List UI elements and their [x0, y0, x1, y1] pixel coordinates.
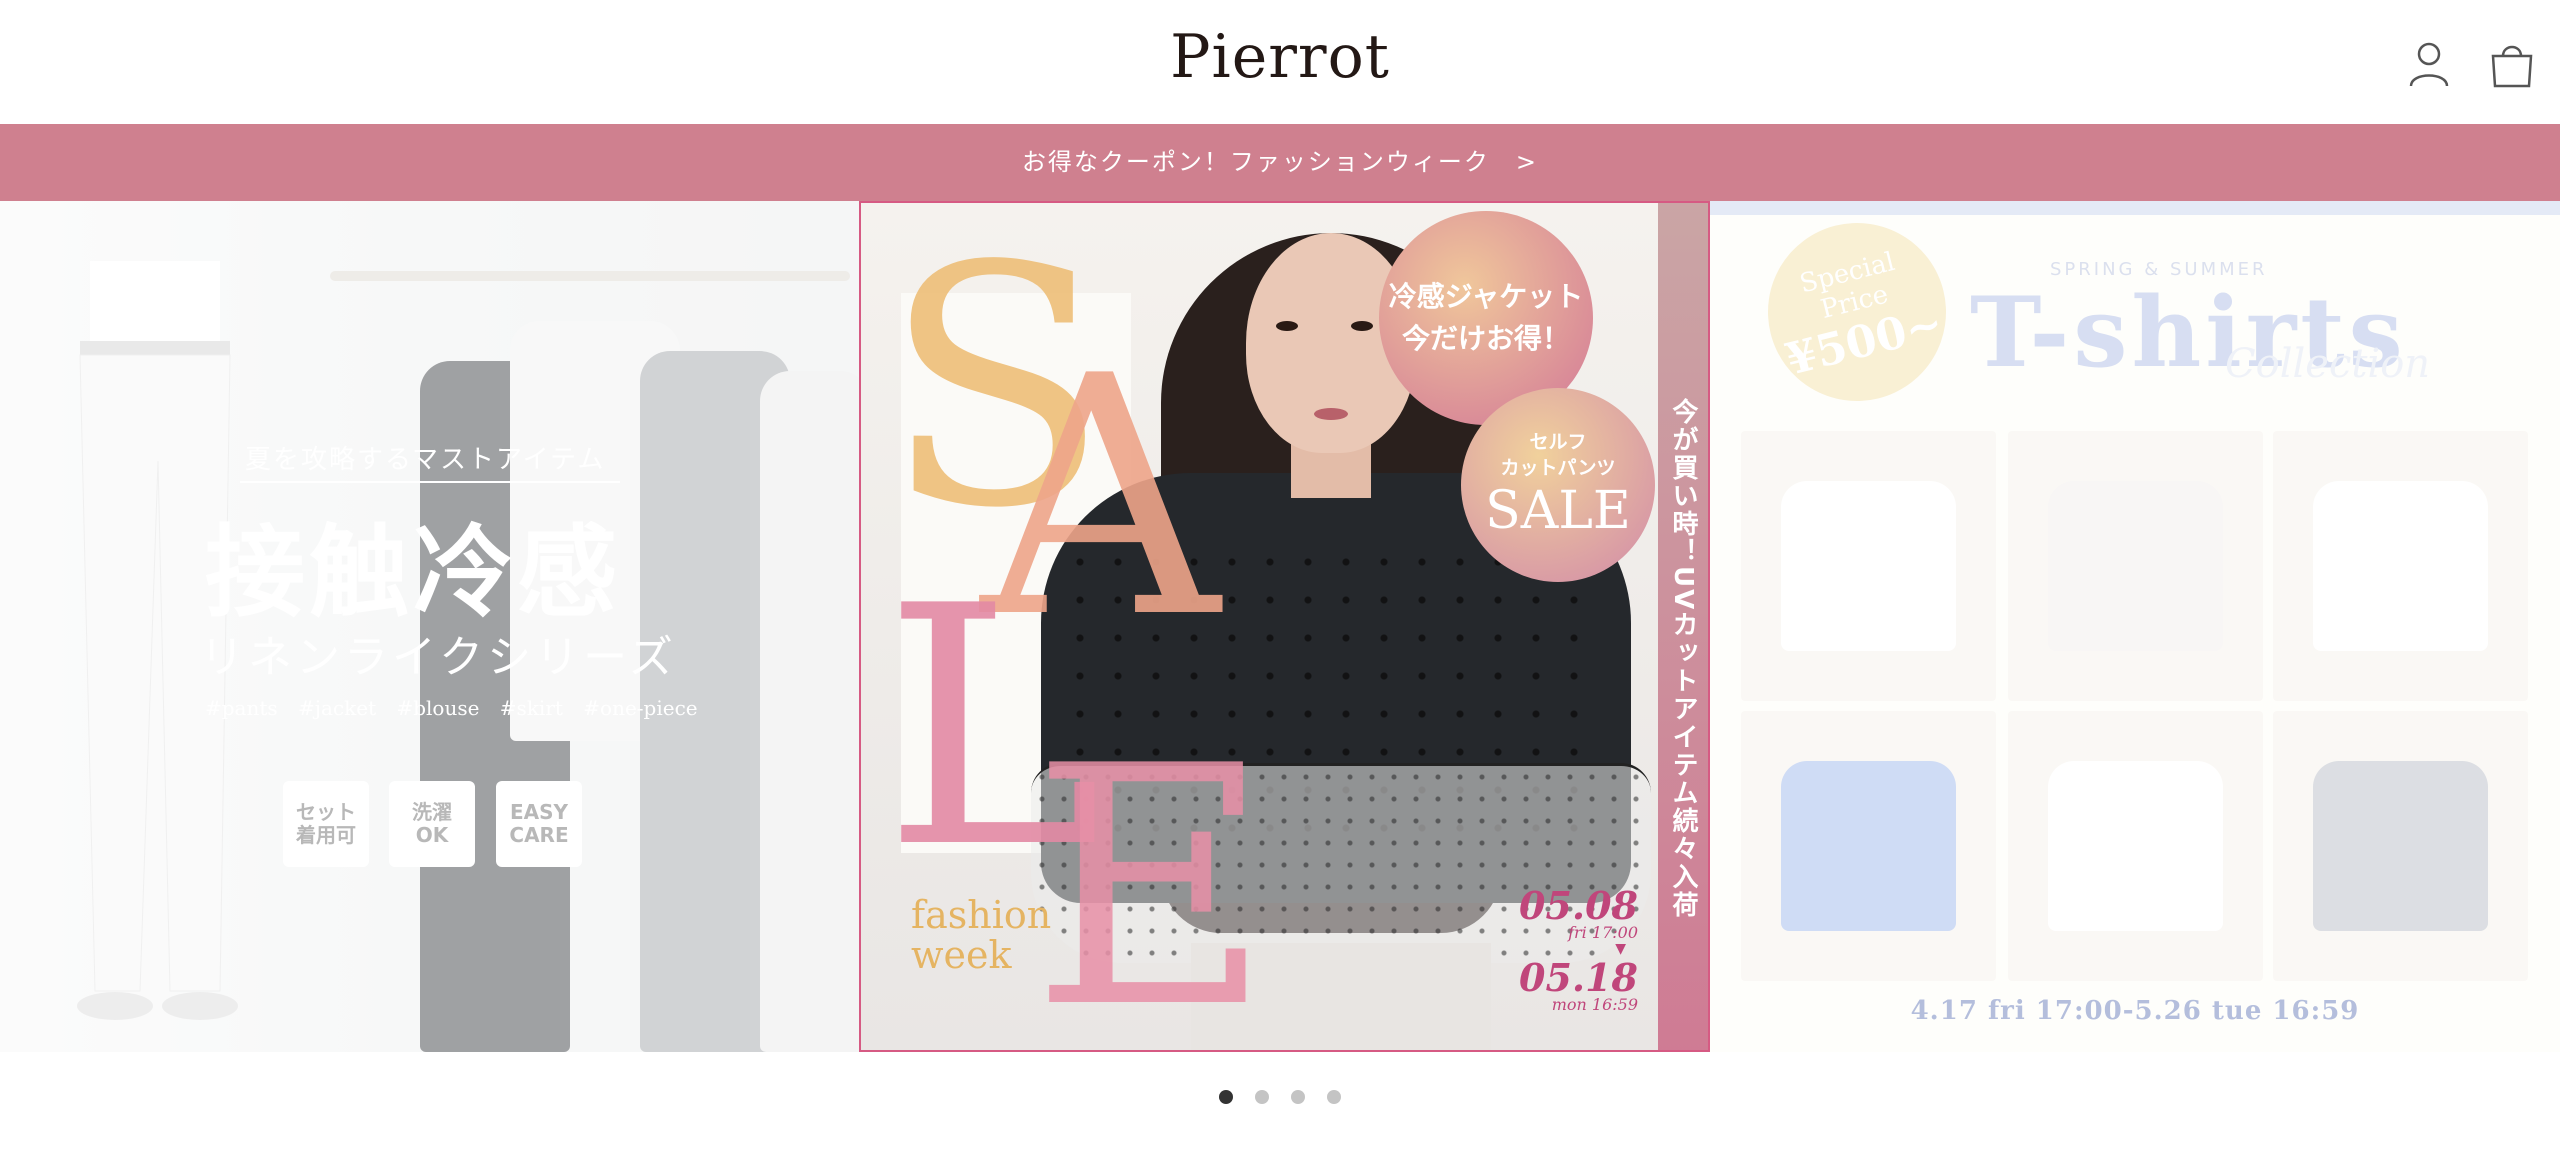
start-time: fri 17:00: [1568, 923, 1638, 942]
slide-title-sub: リネンライクシリーズ: [200, 632, 677, 683]
model-eye: [1276, 321, 1298, 331]
shirt-image: [2048, 761, 2223, 931]
coupon-banner-link[interactable]: お得なクーポン！ファッションウィーク >: [0, 124, 2560, 201]
slide-sale[interactable]: S A L E fashion week 冷感ジャケット 今だけお得！ セルフ …: [859, 201, 1710, 1052]
carousel-pagination: [0, 1090, 2560, 1108]
badge-easy-care: EASY CARE: [496, 781, 582, 867]
hanging-shirt: [760, 371, 859, 1052]
campaign-period: 4.17 fri 17:00-5.26 tue 16:59: [1910, 996, 2360, 1026]
site-header: Pierrot: [0, 0, 2560, 124]
product-tile: [1741, 431, 1996, 701]
product-tile: [2273, 431, 2528, 701]
fashion-week-label: fashion week: [911, 893, 1052, 977]
user-icon[interactable]: [2403, 38, 2455, 90]
model-lips: [1314, 408, 1348, 420]
slide-tshirts[interactable]: Special Price ¥500~ SPRING & SUMMER T-sh…: [1710, 201, 2560, 1052]
promo-circle-pants-label: セルフ カットパンツ: [1500, 431, 1616, 479]
badge-washable: 洗濯 OK: [389, 781, 475, 867]
carousel-dot-2[interactable]: [1255, 1090, 1269, 1104]
bag-icon[interactable]: [2486, 38, 2538, 90]
shirt-image: [2313, 761, 2488, 931]
shirt-image: [2313, 481, 2488, 651]
slide-topbar: [1710, 201, 2560, 215]
hero-carousel: 夏を攻略するマストアイテム 接触冷感 リネンライクシリーズ #pants #ja…: [0, 201, 2560, 1052]
shirt-image: [2048, 481, 2223, 651]
shirt-image: [1781, 761, 1956, 931]
carousel-dot-3[interactable]: [1291, 1090, 1305, 1104]
price-badge: Special Price ¥500~: [1749, 204, 1965, 420]
product-tile: [1741, 711, 1996, 981]
sale-letter-e: E: [1031, 696, 1272, 1052]
promo-circle-pants-sale: SALE: [1485, 481, 1631, 541]
slide-linen[interactable]: 夏を攻略するマストアイテム 接触冷感 リネンライクシリーズ #pants #ja…: [0, 201, 859, 1052]
product-tile: [2008, 711, 2263, 981]
promo-circle-pants: セルフ カットパンツ SALE: [1461, 388, 1655, 582]
clothes-rack: [330, 271, 850, 281]
collection-label: Collection: [2225, 341, 2431, 387]
carousel-dot-4[interactable]: [1327, 1090, 1341, 1104]
model-eye: [1351, 321, 1373, 331]
product-tile: [2008, 431, 2263, 701]
shirt-image: [1781, 481, 1956, 651]
end-date: 05.18: [1519, 955, 1638, 1000]
vertical-banner-text: 今が買い時！UVカットアイテム続々入荷: [1668, 398, 1698, 920]
start-date: 05.08: [1519, 883, 1638, 928]
carousel-dot-1[interactable]: [1219, 1090, 1233, 1104]
end-time: mon 16:59: [1551, 995, 1638, 1014]
slide-title: 接触冷感: [205, 513, 621, 631]
slide-subtitle: 夏を攻略するマストアイテム: [245, 445, 606, 475]
site-logo[interactable]: Pierrot: [0, 22, 2560, 92]
product-tile: [2273, 711, 2528, 981]
slide-tags: #pants #jacket #blouse #skirt #one-piece: [205, 696, 698, 720]
divider: [240, 481, 620, 483]
badge-set: セット 着用可: [283, 781, 369, 867]
